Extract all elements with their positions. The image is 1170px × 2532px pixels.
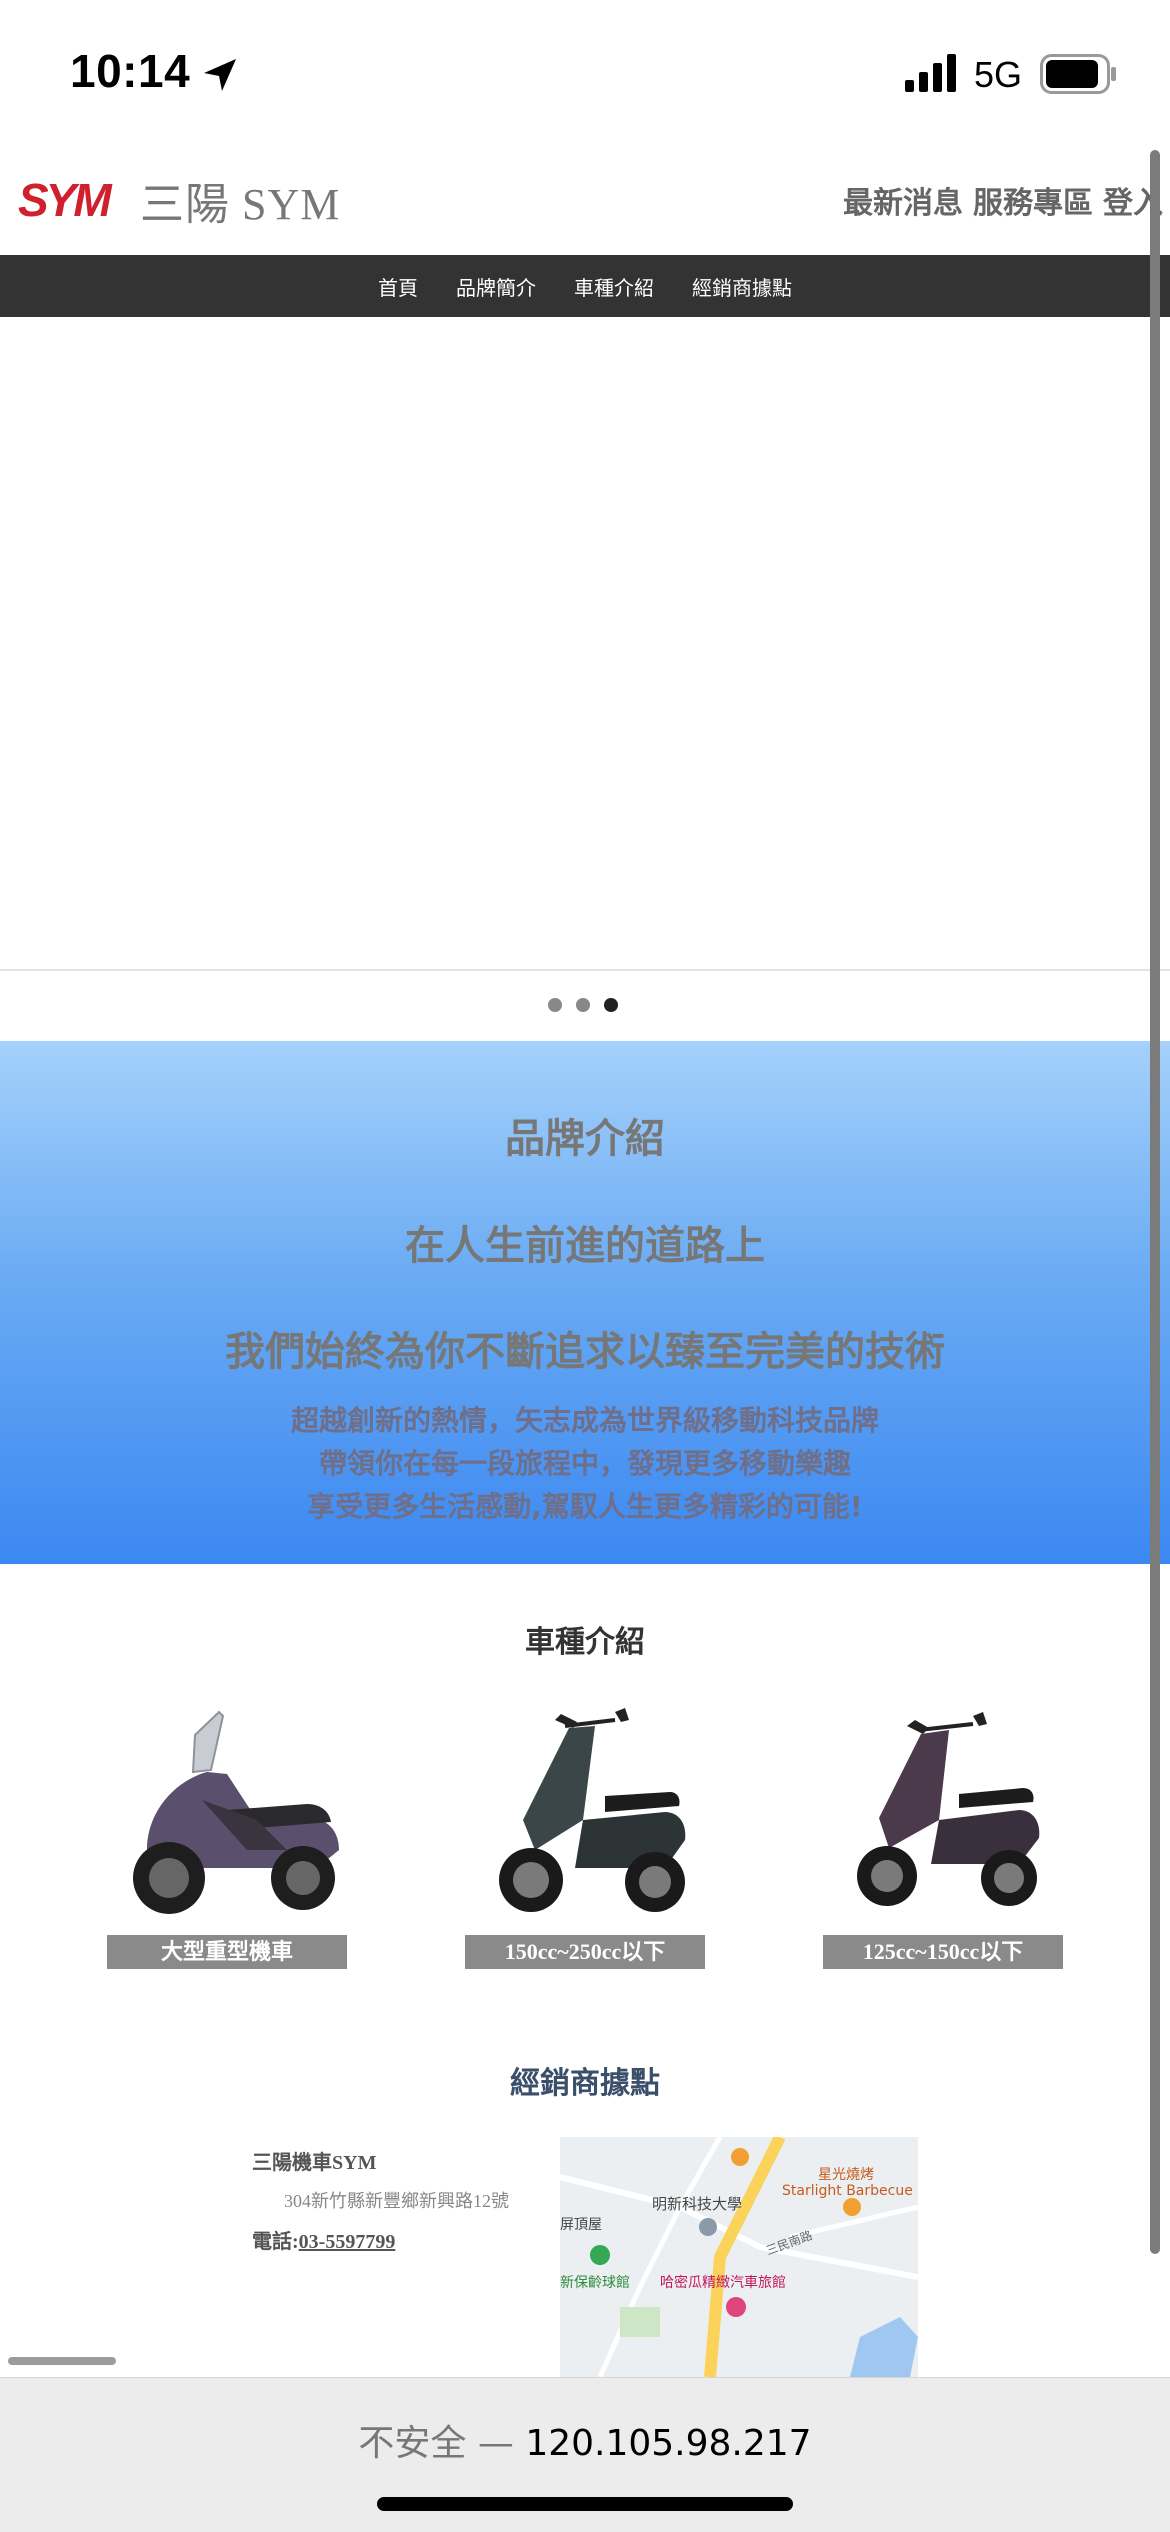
logo-text: SYM — [18, 174, 113, 226]
main-nav: 首頁 品牌簡介 車種介紹 經銷商據點 — [0, 255, 1170, 317]
scooter-large-image[interactable] — [107, 1700, 347, 1930]
nav-dealers[interactable]: 經銷商據點 — [673, 272, 811, 301]
phone-prefix: 電話: — [252, 2231, 299, 2253]
model-label[interactable]: 大型重型機車 — [107, 1935, 347, 1969]
battery-icon — [1040, 54, 1116, 94]
top-link-news[interactable]: 最新消息 — [843, 178, 963, 222]
location-arrow-icon — [204, 59, 236, 91]
brand-section: 品牌介紹 在人生前進的道路上 我們始終為你不斷追求以臻至完美的技術 超越創新的熱… — [0, 1041, 1170, 1564]
model-card-150-250[interactable]: 150cc~250cc以下 — [465, 1700, 705, 1969]
status-time: 10:14 — [70, 45, 191, 97]
carousel-dot-3-active[interactable] — [604, 998, 618, 1012]
model-card-large[interactable]: 大型重型機車 — [107, 1700, 347, 1969]
phone-link[interactable]: 03-5597799 — [299, 2231, 396, 2253]
brand-paragraph: 超越創新的熱情，矢志成為世界級移動科技品牌 帶領你在每一段旅程中，發現更多移動樂… — [0, 1399, 1170, 1528]
map-pin-food-icon — [731, 2148, 749, 2166]
hero-carousel[interactable] — [0, 317, 1170, 971]
model-label[interactable]: 125cc~150cc以下 — [823, 1935, 1063, 1969]
map-label-university: 明新科技大學 — [652, 2195, 742, 2213]
carousel-dot-1[interactable] — [548, 998, 562, 1012]
scooter-125-150-image[interactable] — [823, 1700, 1063, 1930]
brand-line-2: 我們始終為你不斷追求以臻至完美的技術 — [225, 1329, 945, 1375]
map-pin-park-icon — [590, 2245, 610, 2265]
dealer-name: 三陽機車SYM — [252, 2152, 377, 2174]
url-separator: — — [466, 2423, 526, 2464]
nav-home[interactable]: 首頁 — [359, 272, 437, 301]
carousel-dot-2[interactable] — [576, 998, 590, 1012]
top-links: 最新消息 服務專區 登入 — [843, 178, 1163, 222]
dealer-address: 304新竹縣新豐鄉新興路12號 — [284, 2191, 509, 2211]
brand-line-1: 在人生前進的道路上 — [405, 1223, 765, 1269]
model-card-125-150[interactable]: 125cc~150cc以下 — [823, 1700, 1063, 1969]
scooter-150-250-image[interactable] — [465, 1700, 705, 1930]
brand-heading: 品牌介紹 — [505, 1116, 665, 1162]
map-image[interactable]: 明新科技大學 星光燒烤 Starlight Barbecue 屏頂屋 新保齡球館… — [560, 2137, 918, 2377]
horizontal-scrollbar[interactable] — [8, 2357, 116, 2365]
dealer-map[interactable]: 明新科技大學 星光燒烤 Starlight Barbecue 屏頂屋 新保齡球館… — [560, 2137, 918, 2377]
vertical-scrollbar[interactable] — [1150, 150, 1160, 2254]
nav-brand-intro[interactable]: 品牌簡介 — [437, 272, 555, 301]
sym-logo[interactable]: SYM — [16, 170, 128, 230]
brand-paragraph-line: 超越創新的熱情，矢志成為世界級移動科技品牌 — [290, 1404, 879, 1437]
dealers-title: 經銷商據點 — [510, 2066, 660, 2101]
status-bar: 10:14 5G — [0, 0, 1170, 140]
dealer-phone: 電話:03-5597799 — [252, 2225, 542, 2254]
carousel-indicators — [548, 998, 618, 1012]
map-label-bbq-en: Starlight Barbecue — [782, 2183, 913, 2199]
home-indicator[interactable] — [377, 2497, 793, 2511]
nav-models[interactable]: 車種介紹 — [555, 272, 673, 301]
top-link-service[interactable]: 服務專區 — [973, 178, 1093, 222]
dealer-info: 三陽機車SYM 304新竹縣新豐鄉新興路12號 電話:03-5597799 — [252, 2146, 542, 2254]
url-text[interactable]: 不安全 — 120.105.98.217 — [0, 2414, 1170, 2466]
signal-icon — [905, 54, 956, 92]
map-label-motel: 哈密瓜精緻汽車旅館 — [660, 2274, 786, 2291]
brand-paragraph-line: 帶領你在每一段旅程中，發現更多移動樂趣 — [318, 1447, 851, 1480]
map-label-bbq-cn: 星光燒烤 — [818, 2167, 874, 2183]
not-secure-label: 不安全 — [358, 2423, 467, 2464]
map-label-house: 屏頂屋 — [560, 2217, 602, 2233]
model-label[interactable]: 150cc~250cc以下 — [465, 1935, 705, 1969]
map-pin-school-icon — [699, 2218, 717, 2236]
url-host: 120.105.98.217 — [525, 2423, 812, 2464]
brand-paragraph-line: 享受更多生活感動,駕馭人生更多精彩的可能! — [307, 1490, 863, 1523]
map-pin-hotel-icon — [726, 2297, 746, 2317]
site-title[interactable]: 三陽 SYM — [140, 168, 340, 232]
network-label: 5G — [974, 54, 1023, 95]
map-label-bowling: 新保齡球館 — [560, 2274, 630, 2291]
models-title: 車種介紹 — [525, 1625, 645, 1660]
map-pin-bbq-icon — [843, 2198, 861, 2216]
